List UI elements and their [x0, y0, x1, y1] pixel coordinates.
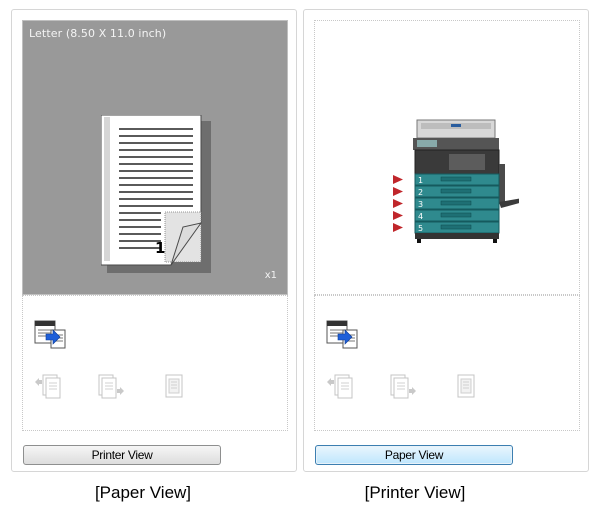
booklet-icon[interactable]: [455, 371, 477, 401]
paper-view-caption: [Paper View]: [94, 483, 192, 502]
copies-label: x1: [264, 270, 277, 281]
printer-view-caption: [Printer View]: [364, 483, 466, 502]
paper-view-panel: Letter (8.50 X 11.0 inch) 1 x1 Printer V…: [11, 9, 297, 472]
tray-2-label: 2: [418, 188, 423, 197]
tray-3-arrow-icon: [393, 199, 403, 208]
function-area: [314, 295, 580, 431]
tray-4-arrow-icon: [393, 211, 403, 220]
paper-view-button-label: Paper View: [384, 448, 444, 462]
binding-right-icon[interactable]: [389, 371, 417, 401]
printer-preview: 1 2 3 4 5: [314, 20, 580, 295]
tray-5-arrow-icon: [393, 223, 403, 232]
printer-view-button[interactable]: Printer View: [23, 445, 221, 465]
tray-4-label: 4: [418, 212, 423, 221]
tray-3-label: 3: [418, 200, 423, 209]
binding-left-icon[interactable]: [34, 371, 62, 401]
paper-preview: Letter (8.50 X 11.0 inch) 1 x1: [22, 20, 288, 295]
tray-1-arrow-icon: [393, 175, 403, 184]
function-area: [22, 295, 288, 431]
binding-left-icon[interactable]: [326, 371, 354, 401]
tray-1-label: 1: [418, 176, 423, 185]
page-number: 1: [155, 239, 165, 257]
printer-icon: 1 2 3 4 5: [393, 119, 519, 243]
layout-settings-icon[interactable]: [326, 320, 358, 350]
page-preview-icon: 1: [101, 115, 211, 273]
layout-settings-icon[interactable]: [34, 320, 66, 350]
paper-view-button[interactable]: Paper View: [315, 445, 513, 465]
booklet-icon[interactable]: [163, 371, 185, 401]
printer-view-panel: 1 2 3 4 5 Paper View: [303, 9, 589, 472]
paper-size-label: Letter (8.50 X 11.0 inch): [29, 27, 167, 40]
printer-view-button-label: Printer View: [91, 448, 153, 462]
binding-right-icon[interactable]: [97, 371, 125, 401]
tray-5-label: 5: [418, 224, 423, 233]
tray-2-arrow-icon: [393, 187, 403, 196]
